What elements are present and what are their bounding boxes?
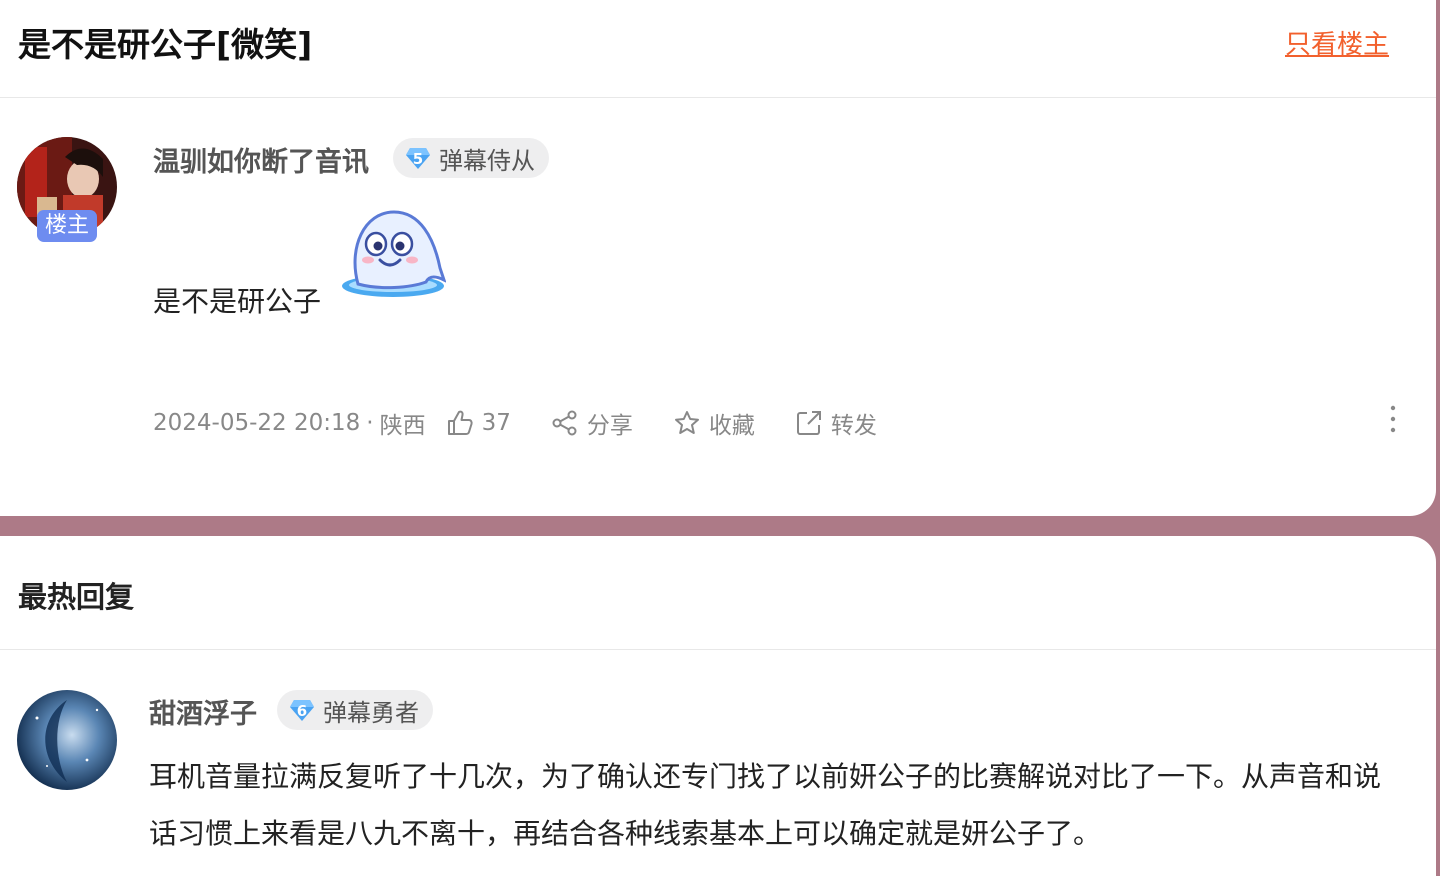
- thumbs-up-icon: [447, 410, 473, 435]
- section-title: 最热回复: [18, 580, 135, 614]
- level-badge[interactable]: 6 弹幕勇者: [277, 690, 433, 730]
- level-title: 弹幕勇者: [323, 698, 419, 727]
- collect-label: 收藏: [708, 413, 755, 439]
- svg-text:6: 6: [297, 702, 307, 720]
- only-op-link[interactable]: 只看楼主: [1285, 24, 1389, 61]
- forward-icon: [796, 411, 821, 435]
- op-badge: 楼主: [37, 210, 97, 242]
- username[interactable]: 甜酒浮子: [149, 692, 257, 731]
- share-label: 分享: [586, 413, 633, 439]
- post-datetime: 2024-05-22 20:18: [153, 410, 361, 436]
- level-title: 弹幕侍从: [439, 146, 535, 175]
- hot-replies-header: 最热回复: [0, 536, 1436, 650]
- level-diamond-icon: 6: [290, 700, 314, 721]
- post-meta-row: 2024-05-22 20:18 · 陕西 37 分享 收藏 转发: [153, 405, 877, 441]
- smile-sticker-icon: [340, 208, 447, 306]
- svg-text:5: 5: [413, 150, 423, 168]
- post-location: 陕西: [379, 413, 426, 439]
- like-button[interactable]: 37: [446, 409, 511, 437]
- share-icon: [552, 410, 577, 436]
- share-button[interactable]: 分享: [551, 406, 633, 440]
- star-icon: [674, 411, 699, 434]
- avatar[interactable]: [17, 690, 117, 790]
- level-badge[interactable]: 5 弹幕侍从: [393, 138, 549, 178]
- forward-button[interactable]: 转发: [795, 406, 877, 440]
- page-title: 是不是研公子[微笑]: [18, 25, 313, 64]
- collect-button[interactable]: 收藏: [673, 406, 755, 440]
- post-card: 是不是研公子[微笑] 只看楼主 楼主 温驯如你断了音讯 5 弹幕侍从 是不是研公…: [0, 0, 1436, 516]
- level-diamond-icon: 5: [406, 148, 430, 169]
- like-count: 37: [481, 410, 511, 436]
- post-content: 是不是研公子: [153, 285, 322, 318]
- more-options-icon[interactable]: [1384, 404, 1402, 434]
- username[interactable]: 温驯如你断了音讯: [153, 140, 369, 179]
- reply-content: 耳机音量拉满反复听了十几次，为了确认还专门找了以前妍公子的比赛解说对比了一下。从…: [149, 760, 1382, 850]
- forward-label: 转发: [830, 413, 877, 439]
- title-bar: 是不是研公子[微笑] 只看楼主: [0, 0, 1436, 98]
- meta-separator: ·: [366, 410, 374, 436]
